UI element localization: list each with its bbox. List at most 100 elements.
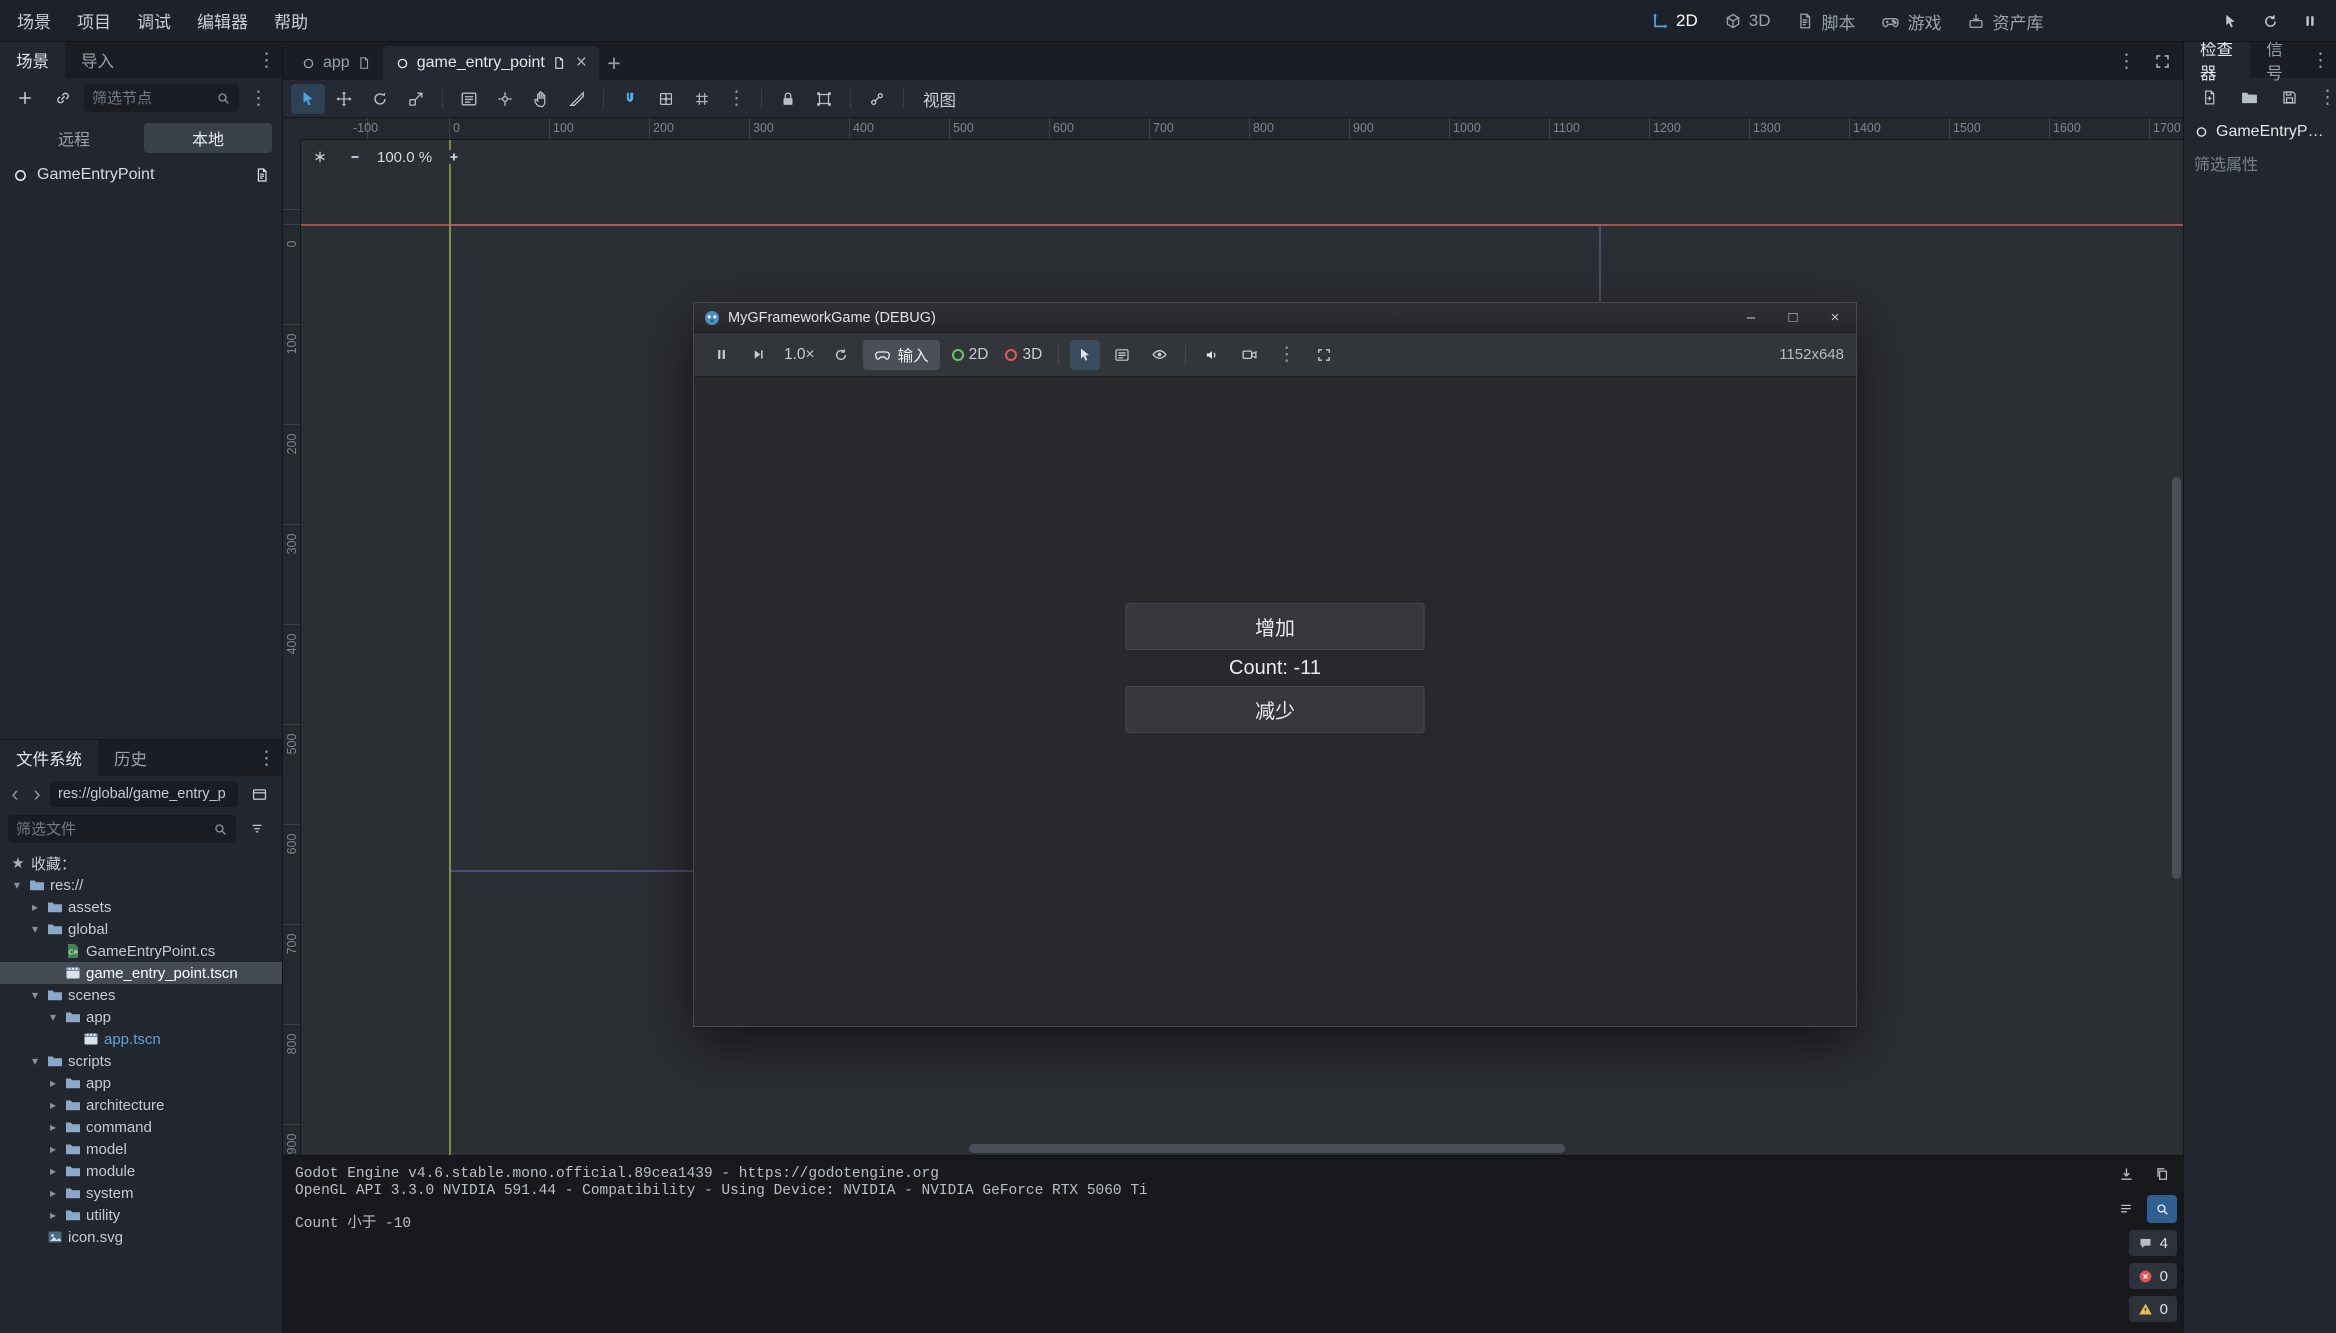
ruler-tool-button[interactable] (560, 84, 594, 114)
scene-dock-menu-icon[interactable]: ⋮ (251, 51, 282, 70)
node-list-button[interactable] (1107, 340, 1137, 370)
expand-arrow-icon[interactable]: ▸ (46, 1142, 60, 1156)
game-fullscreen-button[interactable] (1309, 340, 1339, 370)
expand-arrow-icon[interactable]: ▾ (10, 878, 24, 892)
maximize-button[interactable]: □ (1772, 303, 1814, 332)
vertical-scrollbar-thumb[interactable] (2172, 477, 2181, 879)
mute-audio-button[interactable] (1197, 340, 1227, 370)
menu-scene[interactable]: 场景 (4, 0, 64, 42)
time-scale-label[interactable]: 1.0× (780, 346, 819, 364)
next-frame-button[interactable] (743, 340, 773, 370)
workspace-assetlib-button[interactable]: 资产库 (1954, 0, 2056, 42)
file-tree-item[interactable]: game_entry_point.tscn (0, 962, 282, 984)
file-tree-item[interactable]: ▸model (0, 1138, 282, 1160)
mode-3d-button[interactable]: 3D (1000, 346, 1047, 364)
scene-tab-app[interactable]: app (289, 46, 383, 80)
close-tab-icon[interactable]: × (576, 52, 587, 74)
expand-arrow-icon[interactable]: ▸ (46, 1186, 60, 1200)
expand-editor-button[interactable] (2154, 53, 2171, 70)
menu-debug[interactable]: 调试 (124, 0, 184, 42)
file-tree-item[interactable]: ▾scripts (0, 1050, 282, 1072)
warnings-filter-badge[interactable]: 0 (2129, 1296, 2177, 1322)
pivot-tool-button[interactable] (488, 84, 522, 114)
game-select-mode-button[interactable] (1070, 340, 1100, 370)
menu-help[interactable]: 帮助 (261, 0, 321, 42)
decrease-button[interactable]: 减少 (1126, 686, 1425, 733)
expand-arrow-icon[interactable]: ▸ (28, 900, 42, 914)
game-cursor-button[interactable] (2212, 5, 2248, 37)
pan-tool-button[interactable] (524, 84, 558, 114)
horizontal-scrollbar-thumb[interactable] (969, 1144, 1565, 1153)
file-tree-item[interactable]: ▸app (0, 1072, 282, 1094)
search-output-button[interactable] (2147, 1195, 2177, 1223)
horizontal-ruler[interactable] (301, 118, 2183, 140)
inspector-dock-menu-icon[interactable]: ⋮ (2305, 51, 2336, 70)
file-tree-item[interactable]: app.tscn (0, 1028, 282, 1050)
file-tree-item[interactable]: ▾global (0, 918, 282, 940)
filter-files-input[interactable] (16, 821, 213, 838)
vertical-scrollbar[interactable] (2172, 140, 2181, 1139)
copy-output-button[interactable] (2147, 1160, 2177, 1188)
resource-options-icon[interactable]: ⋮ (2312, 88, 2336, 107)
tab-history[interactable]: 历史 (98, 740, 163, 776)
tab-node[interactable]: 信号 (2250, 42, 2305, 78)
expand-arrow-icon[interactable]: ▾ (28, 988, 42, 1002)
zoom-out-button[interactable] (342, 144, 368, 170)
new-scene-tab-button[interactable]: + (599, 48, 629, 78)
errors-filter-badge[interactable]: 0 (2129, 1263, 2177, 1289)
mode-2d-button[interactable]: 2D (947, 346, 994, 364)
file-tree-item[interactable]: ▸assets (0, 896, 282, 918)
bone-options-button[interactable] (860, 84, 894, 114)
workspace-script-button[interactable]: 脚本 (1783, 0, 1868, 42)
favorites-row[interactable]: ★ 收藏： (0, 852, 282, 874)
filter-properties-input[interactable]: 筛选属性 (2184, 148, 2336, 178)
camera-override-button[interactable] (1234, 340, 1264, 370)
filesystem-dock-menu-icon[interactable]: ⋮ (251, 749, 282, 768)
add-node-button[interactable] (8, 83, 42, 113)
file-tree-item[interactable]: ▾app (0, 1006, 282, 1028)
expand-arrow-icon[interactable]: ▸ (46, 1164, 60, 1178)
fs-split-view-button[interactable] (242, 779, 276, 809)
view-menu-button[interactable]: 视图 (913, 84, 966, 114)
lock-button[interactable] (771, 84, 805, 114)
workspace-game-button[interactable]: 游戏 (1868, 0, 1954, 42)
expand-arrow-icon[interactable]: ▸ (46, 1120, 60, 1134)
attached-script-icon[interactable] (254, 167, 270, 183)
visibility-button[interactable] (1144, 340, 1174, 370)
smart-snap-button[interactable] (613, 84, 647, 114)
clear-output-button[interactable] (2111, 1160, 2141, 1188)
tab-inspector[interactable]: 检查器 (2184, 42, 2250, 78)
select-tool-button[interactable] (291, 84, 325, 114)
collapse-duplicates-button[interactable] (2111, 1195, 2141, 1223)
expand-arrow-icon[interactable]: ▸ (46, 1208, 60, 1222)
scale-tool-button[interactable] (399, 84, 433, 114)
rotate-tool-button[interactable] (363, 84, 397, 114)
menu-editor[interactable]: 编辑器 (184, 0, 261, 42)
save-resource-button[interactable] (2272, 82, 2306, 112)
fs-back-button[interactable]: ‹ (6, 783, 24, 805)
file-tree-item[interactable]: ▸module (0, 1160, 282, 1182)
game-window-titlebar[interactable]: MyGFrameworkGame (DEBUG) – □ × (694, 303, 1856, 333)
messages-filter-badge[interactable]: 4 (2129, 1230, 2177, 1256)
file-tree-item[interactable]: ▸utility (0, 1204, 282, 1226)
scene-tabs-menu-icon[interactable]: ⋮ (2111, 52, 2142, 71)
restart-game-button[interactable] (2252, 5, 2288, 37)
suspend-game-button[interactable] (706, 340, 736, 370)
list-select-tool-button[interactable] (452, 84, 486, 114)
group-button[interactable] (807, 84, 841, 114)
fs-path-input[interactable] (50, 781, 238, 807)
workspace-3d-button[interactable]: 3D (1711, 0, 1784, 42)
file-tree-item[interactable]: ▸system (0, 1182, 282, 1204)
scene-tree-node-gameentrypoint[interactable]: GameEntryPoint (0, 158, 282, 192)
load-resource-button[interactable] (2232, 82, 2266, 112)
minimize-button[interactable]: – (1730, 303, 1772, 332)
file-tree-item[interactable]: C#GameEntryPoint.cs (0, 940, 282, 962)
zoom-level-label[interactable]: 100.0 % (377, 149, 432, 166)
horizontal-scrollbar[interactable] (301, 1144, 2167, 1153)
expand-arrow-icon[interactable]: ▾ (28, 922, 42, 936)
zoom-in-button[interactable] (441, 144, 467, 170)
file-tree-item[interactable]: ▾scenes (0, 984, 282, 1006)
game-options-menu-icon[interactable]: ⋮ (1271, 345, 1302, 364)
file-tree-item[interactable]: ▸command (0, 1116, 282, 1138)
zoom-reset-button[interactable] (307, 144, 333, 170)
